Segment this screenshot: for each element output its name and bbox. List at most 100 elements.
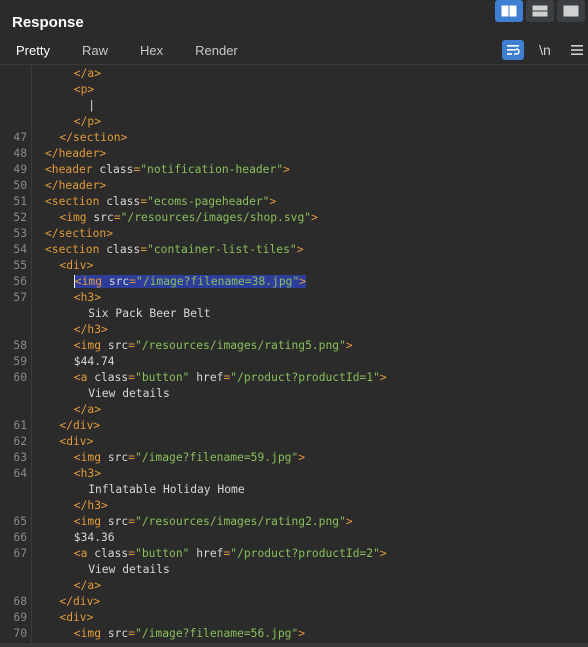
line-number: 54 <box>13 243 27 256</box>
split-vertical-view-button[interactable] <box>526 0 554 22</box>
menu-button[interactable] <box>566 40 588 60</box>
code-line: 60 <a class="button" href="/product?produ… <box>0 370 588 386</box>
code-token: <p> <box>73 83 95 96</box>
code-token: </header> <box>45 179 107 192</box>
code-text: <h3> <box>74 290 101 306</box>
code-text: <img src="/resources/images/rating2.png"… <box>74 514 353 530</box>
line-number: 69 <box>13 611 27 624</box>
code-token: class <box>94 371 129 384</box>
code-token: src <box>107 451 129 464</box>
single-panel-icon <box>563 5 579 17</box>
code-token: "/resources/images/rating5.png" <box>135 339 346 352</box>
code-token: <div> <box>59 259 94 272</box>
code-token: "button" <box>135 371 197 384</box>
code-text: <header class="notification-header"> <box>45 162 290 178</box>
line-number: 66 <box>13 531 27 544</box>
tab-pretty[interactable]: Pretty <box>0 38 66 66</box>
code-text: <a class="button" href="/product?product… <box>74 370 387 386</box>
code-line: 66 $34.36 <box>0 530 588 546</box>
single-view-button[interactable] <box>557 0 585 22</box>
code-text: Inflatable Holiday Home <box>88 482 244 498</box>
code-token: </header> <box>45 147 107 160</box>
code-token: <header <box>45 163 100 176</box>
tab-raw[interactable]: Raw <box>66 38 124 66</box>
code-editor[interactable]: </a> <p> | </p> 47 </section> 48 </header> 49 <he… <box>0 65 588 643</box>
code-token: <a <box>73 371 95 384</box>
code-token: <div> <box>59 435 94 448</box>
code-token: <section <box>45 195 107 208</box>
code-line: 55 <div> <box>0 258 588 274</box>
show-newlines-button[interactable]: \n <box>534 40 556 60</box>
code-token: src <box>108 275 130 288</box>
code-text: <div> <box>59 258 93 274</box>
code-token: = <box>128 371 136 384</box>
code-text: | <box>88 98 95 114</box>
code-line: </h3> <box>0 322 588 338</box>
code-text: $34.36 <box>74 530 115 546</box>
code-token: src <box>107 339 129 352</box>
code-line: 62 <div> <box>0 434 588 450</box>
code-token: > <box>296 243 304 256</box>
code-line: 70 <img src="/image?filename=56.jpg"> <box>0 626 588 642</box>
line-number: 57 <box>13 291 27 304</box>
code-text: </section> <box>59 130 127 146</box>
selected-text: <img src="/image?filename=38.jpg"> <box>73 275 307 288</box>
line-number: 65 <box>13 515 27 528</box>
code-text: </a> <box>74 578 101 594</box>
code-line: 48 </header> <box>0 146 588 162</box>
code-token: = <box>128 627 136 640</box>
code-token: </section> <box>45 227 114 240</box>
code-token: View details <box>88 387 170 400</box>
code-token: </a> <box>73 403 102 416</box>
code-line: Six Pack Beer Belt <box>0 306 588 322</box>
line-number: 59 <box>13 355 27 368</box>
code-line: | <box>0 98 588 114</box>
code-line: 56 <img src="/image?filename=38.jpg"> <box>0 274 588 290</box>
code-token: class <box>94 547 129 560</box>
code-line: </a> <box>0 66 588 82</box>
code-token: <img <box>74 275 109 288</box>
split-horizontal-view-button[interactable] <box>495 0 523 22</box>
code-token: | <box>88 99 95 112</box>
code-token: = <box>128 451 136 464</box>
code-text: <img src="/image?filename=56.jpg"> <box>74 626 305 642</box>
code-token: class <box>106 195 141 208</box>
code-token: Inflatable Holiday Home <box>88 483 245 496</box>
code-text: Six Pack Beer Belt <box>88 306 210 322</box>
code-line: 58 <img src="/resources/images/rating5.pn… <box>0 338 588 354</box>
code-line: 57 <h3> <box>0 290 588 306</box>
code-token: class <box>106 243 141 256</box>
line-number: 50 <box>13 179 27 192</box>
code-token: </section> <box>59 131 128 144</box>
code-text: </div> <box>59 418 100 434</box>
code-text: </section> <box>45 226 113 242</box>
word-wrap-button[interactable] <box>502 40 524 60</box>
code-token: > <box>345 515 353 528</box>
code-text: $44.74 <box>74 354 115 370</box>
code-token: <img <box>59 211 94 224</box>
code-text: </a> <box>74 66 101 82</box>
code-text: </a> <box>74 402 101 418</box>
code-line: 51 <section class="ecoms-pageheader"> <box>0 194 588 210</box>
code-token: $34.36 <box>73 531 115 544</box>
code-token: <img <box>73 627 108 640</box>
tab-hex[interactable]: Hex <box>124 38 179 66</box>
code-text: <div> <box>59 434 93 450</box>
code-token: = <box>128 339 136 352</box>
code-text: <img src="/resources/images/shop.svg"> <box>59 210 317 226</box>
code-token: > <box>269 195 277 208</box>
horizontal-scrollbar[interactable] <box>0 643 588 647</box>
code-line: 49 <header class="notification-header"> <box>0 162 588 178</box>
code-line: Inflatable Holiday Home <box>0 482 588 498</box>
code-text: </header> <box>45 146 106 162</box>
code-text: </div> <box>59 594 100 610</box>
line-number: 62 <box>13 435 27 448</box>
code-token: "/resources/images/rating2.png" <box>135 515 346 528</box>
tab-render[interactable]: Render <box>179 38 254 66</box>
code-token: </h3> <box>73 499 108 512</box>
code-token: > <box>298 627 306 640</box>
code-text: <img src="/image?filename=59.jpg"> <box>74 450 305 466</box>
code-token: "ecoms-pageheader" <box>147 195 270 208</box>
code-line: 64 <h3> <box>0 466 588 482</box>
code-text: </h3> <box>74 322 108 338</box>
